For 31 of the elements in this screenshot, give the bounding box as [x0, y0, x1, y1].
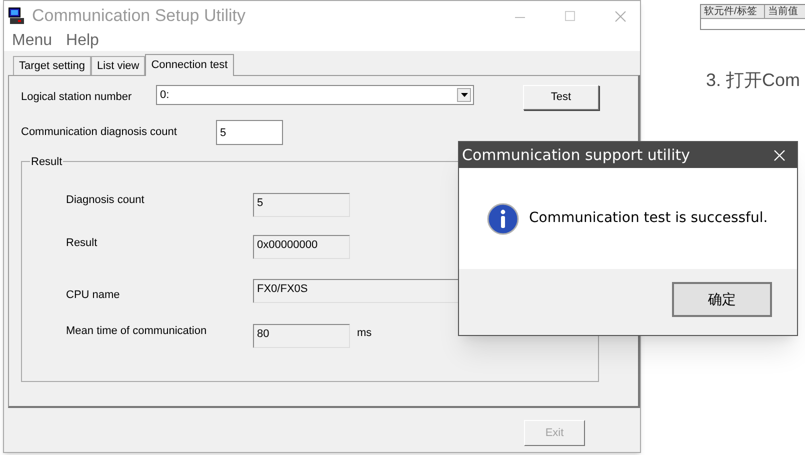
test-button[interactable]: Test: [523, 85, 599, 110]
info-icon: [487, 202, 519, 234]
ok-button[interactable]: 确定: [672, 282, 772, 317]
menu-item[interactable]: Help: [66, 33, 99, 49]
unit-label: ms: [357, 326, 372, 341]
readonly-field: 0x00000000: [253, 235, 350, 259]
caret-icon: [457, 88, 471, 102]
readonly-field: 80: [253, 324, 350, 348]
readonly-field: 5: [253, 192, 350, 216]
field-label: Communication diagnosis count: [21, 125, 178, 140]
computer-icon: [8, 7, 26, 25]
field-label: CPU name: [66, 288, 121, 302]
tab[interactable]: List view: [91, 56, 146, 75]
field-label: Result: [66, 236, 98, 250]
readonly-field: FX0/FX0S: [253, 279, 458, 303]
dialog-title: Communication support utility: [462, 144, 692, 166]
column-header: 当前值: [767, 5, 799, 18]
field-label: Mean time of communication: [66, 324, 208, 339]
dialog-message: Communication test is successful.: [529, 209, 768, 228]
minimize-icon[interactable]: [515, 16, 525, 18]
tab[interactable]: Connection test: [145, 54, 234, 76]
window-title: Communication Setup Utility: [32, 5, 246, 28]
field-label: Diagnosis count: [66, 193, 146, 208]
tab[interactable]: Target setting: [13, 56, 92, 75]
column-header: 软元件/标签: [701, 5, 765, 18]
maximize-icon[interactable]: [565, 11, 575, 21]
field-label: Logical station number: [21, 90, 133, 105]
count-input[interactable]: 5: [216, 120, 283, 145]
station-dropdown[interactable]: 0:: [156, 85, 474, 105]
heading-text: 3. 打开Com: [706, 69, 802, 92]
menu-item[interactable]: Menu: [12, 33, 52, 49]
